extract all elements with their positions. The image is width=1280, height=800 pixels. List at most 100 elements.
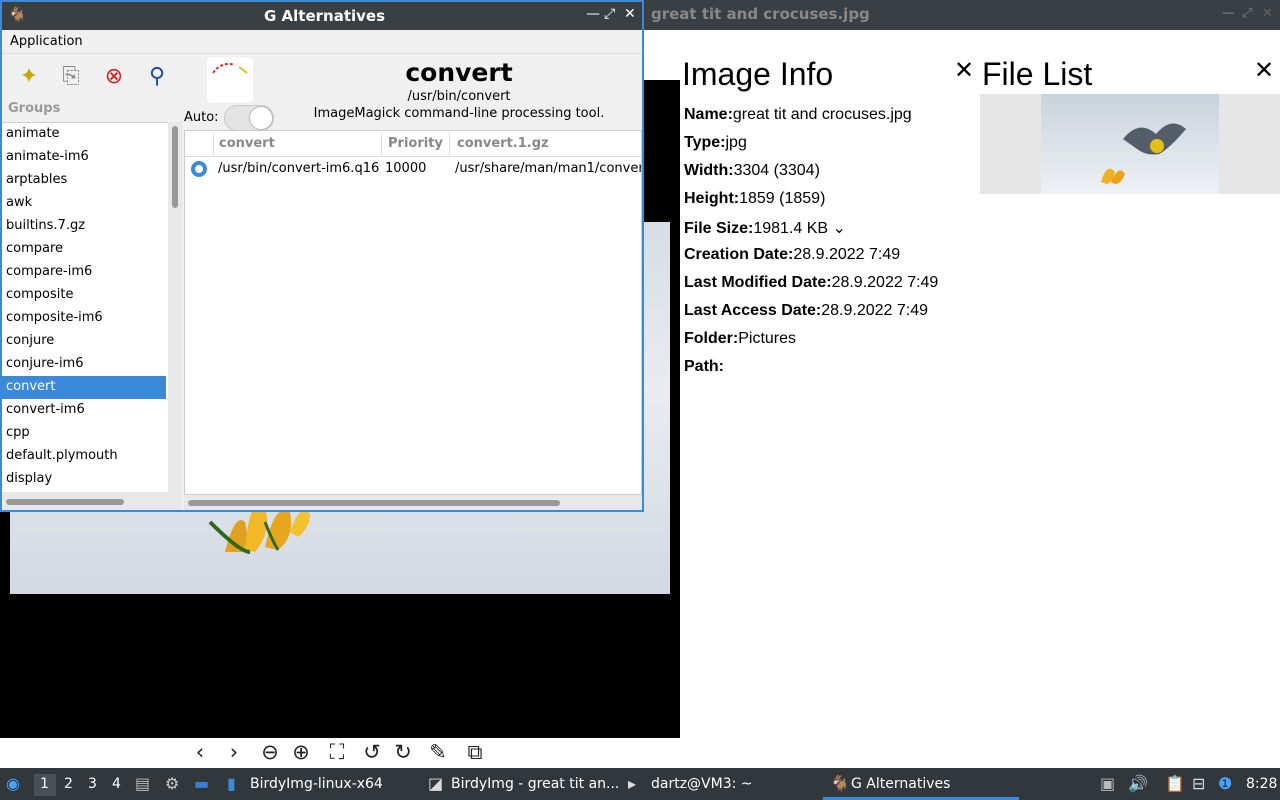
menubar: Application — [2, 30, 642, 54]
fit-screen-icon[interactable]: ⛶ — [324, 740, 350, 765]
alternative-radio[interactable] — [191, 161, 207, 177]
menu-application[interactable]: Application — [10, 34, 83, 49]
desktop-launcher-icon[interactable]: ▬ — [194, 774, 209, 793]
table-hscroll-thumb[interactable] — [188, 500, 560, 506]
close-icon[interactable]: ✕ — [624, 6, 636, 22]
volume-icon[interactable]: 🔊 — [1128, 774, 1148, 793]
group-item[interactable]: display — [2, 468, 166, 491]
g-alternatives-task-icon: 🐐 — [830, 774, 850, 793]
clock[interactable]: 8:28 — [1246, 776, 1277, 792]
app-icon: 🐐 — [8, 6, 27, 24]
group-item[interactable]: compare-im6 — [2, 261, 166, 284]
file-list-panel: File List ✕ — [980, 52, 1280, 738]
group-item[interactable]: cpp — [2, 422, 166, 445]
group-item[interactable]: default.plymouth — [2, 445, 166, 468]
alternative-path: /usr/bin/convert — [407, 89, 511, 104]
minimize-icon[interactable]: — — [586, 6, 600, 22]
table-cell-priority: 10000 — [385, 161, 427, 176]
column-separator — [213, 133, 214, 155]
group-item[interactable]: convert-im6 — [2, 399, 166, 422]
window-title: G Alternatives — [264, 7, 386, 25]
table-header: convert Priority convert.1.gz — [185, 131, 641, 157]
rotate-left-icon[interactable]: ↺ — [359, 740, 385, 764]
group-item[interactable]: compare — [2, 238, 166, 261]
group-item[interactable]: arptables — [2, 169, 166, 192]
birdyimg-app-icon: ◪ — [428, 774, 444, 793]
group-item[interactable]: composite-im6 — [2, 307, 166, 330]
info-row-created: Creation Date:28.9.2022 7:49 — [684, 246, 901, 263]
file-thumbnail[interactable] — [1041, 94, 1219, 194]
folder-icon: ▮ — [227, 774, 236, 793]
close-icon[interactable]: ✕ — [1262, 6, 1273, 21]
workspace-3[interactable]: 3 — [88, 776, 97, 792]
properties-icon[interactable]: ⎘ — [58, 64, 84, 89]
info-row-type: Type:jpg — [684, 134, 747, 151]
toggle-knob — [249, 106, 273, 130]
column-separator — [381, 133, 382, 155]
info-row-modified: Last Modified Date:28.9.2022 7:49 — [684, 274, 939, 291]
network-icon[interactable]: ⊟ — [1192, 774, 1205, 793]
zoom-in-icon[interactable]: ⊕ — [288, 740, 314, 764]
viewer-toolbar: ‹ › ⊖ ⊕ ⛶ ↺ ↻ ✎ ⧉ — [0, 738, 1280, 768]
update-notifier-icon[interactable]: ❶ — [1218, 774, 1232, 793]
table-cell-manpage: /usr/share/man/man1/convert — [455, 161, 642, 176]
workspace-1[interactable]: 1 — [40, 776, 49, 792]
viewer-window-title: great tit and crocuses.jpg — [651, 5, 870, 23]
auto-toggle[interactable] — [224, 105, 274, 131]
column-header-manpage[interactable]: convert.1.gz — [457, 136, 549, 151]
info-row-width: Width:3304 (3304) — [684, 162, 820, 179]
minimize-icon[interactable]: — — [1222, 6, 1235, 21]
g-alternatives-window: 🐐 G Alternatives — ⤢ ✕ Application ✦ ⎘ ⊗… — [0, 0, 644, 512]
group-item[interactable]: conjure-im6 — [2, 353, 166, 376]
column-header-convert[interactable]: convert — [219, 136, 275, 151]
new-icon[interactable]: ✦ — [16, 64, 42, 89]
groups-list[interactable]: animate animate-im6 arptables awk builti… — [2, 122, 168, 492]
group-item[interactable]: awk — [2, 192, 166, 215]
search-icon[interactable]: ⚲ — [144, 64, 170, 89]
group-item[interactable]: animate-im6 — [2, 146, 166, 169]
start-menu-icon[interactable]: ◉ — [6, 774, 20, 793]
edit-icon[interactable]: ✎ — [425, 740, 451, 764]
notification-tray-icon[interactable]: ▣ — [1100, 774, 1115, 793]
task-terminal[interactable]: dartz@VM3: ~ — [651, 776, 753, 792]
workspace-2[interactable]: 2 — [64, 776, 73, 792]
task-g-alternatives[interactable]: G Alternatives — [851, 776, 950, 792]
alternative-name: convert — [405, 58, 513, 87]
workspace-4[interactable]: 4 — [112, 776, 121, 792]
group-item-selected[interactable]: convert — [2, 376, 166, 399]
auto-label: Auto: — [184, 110, 219, 125]
next-icon[interactable]: › — [221, 740, 247, 764]
maximize-icon[interactable]: ⤢ — [1242, 6, 1252, 21]
zoom-out-icon[interactable]: ⊖ — [257, 740, 283, 764]
info-row-filesize[interactable]: File Size:1981.4 KB ⌄ — [684, 218, 846, 238]
alternatives-table: convert Priority convert.1.gz /usr/bin/c… — [184, 130, 642, 495]
file-list-title: File List — [982, 56, 1093, 92]
gallery-icon[interactable]: ⧉ — [462, 740, 488, 765]
group-item[interactable]: builtins.7.gz — [2, 215, 166, 238]
groups-hscroll-thumb[interactable] — [6, 499, 124, 505]
settings-launcher-icon[interactable]: ⚙ — [165, 774, 179, 793]
image-info-panel: Image Info ✕ Name:great tit and crocuses… — [680, 52, 980, 738]
g-alternatives-titlebar[interactable]: 🐐 G Alternatives — ⤢ ✕ — [2, 2, 642, 30]
file-manager-launcher-icon[interactable]: ▤ — [135, 774, 150, 793]
info-row-folder: Folder:Pictures — [684, 330, 797, 347]
task-birdyimg-viewer[interactable]: BirdyImg - great tit an... — [451, 776, 619, 792]
delete-icon[interactable]: ⊗ — [101, 64, 127, 89]
group-item[interactable]: composite — [2, 284, 166, 307]
rotate-right-icon[interactable]: ↻ — [390, 740, 416, 764]
group-item[interactable]: conjure — [2, 330, 166, 353]
file-thumbnail-item[interactable] — [980, 94, 1280, 194]
column-header-priority[interactable]: Priority — [388, 136, 443, 151]
column-separator — [449, 133, 450, 155]
close-file-list-icon[interactable]: ✕ — [1254, 56, 1274, 85]
terminal-icon: ▸ — [628, 774, 637, 793]
task-birdyimg-folder[interactable]: BirdyImg-linux-x64 — [250, 776, 383, 792]
clipboard-icon[interactable]: 📋 — [1165, 774, 1185, 793]
info-row-path: Path: — [684, 358, 724, 375]
groups-header: Groups — [8, 101, 61, 116]
previous-icon[interactable]: ‹ — [187, 740, 213, 764]
close-info-icon[interactable]: ✕ — [954, 56, 974, 85]
groups-scroll-thumb[interactable] — [172, 126, 178, 208]
maximize-icon[interactable]: ⤢ — [604, 6, 615, 22]
group-item[interactable]: animate — [2, 123, 166, 146]
